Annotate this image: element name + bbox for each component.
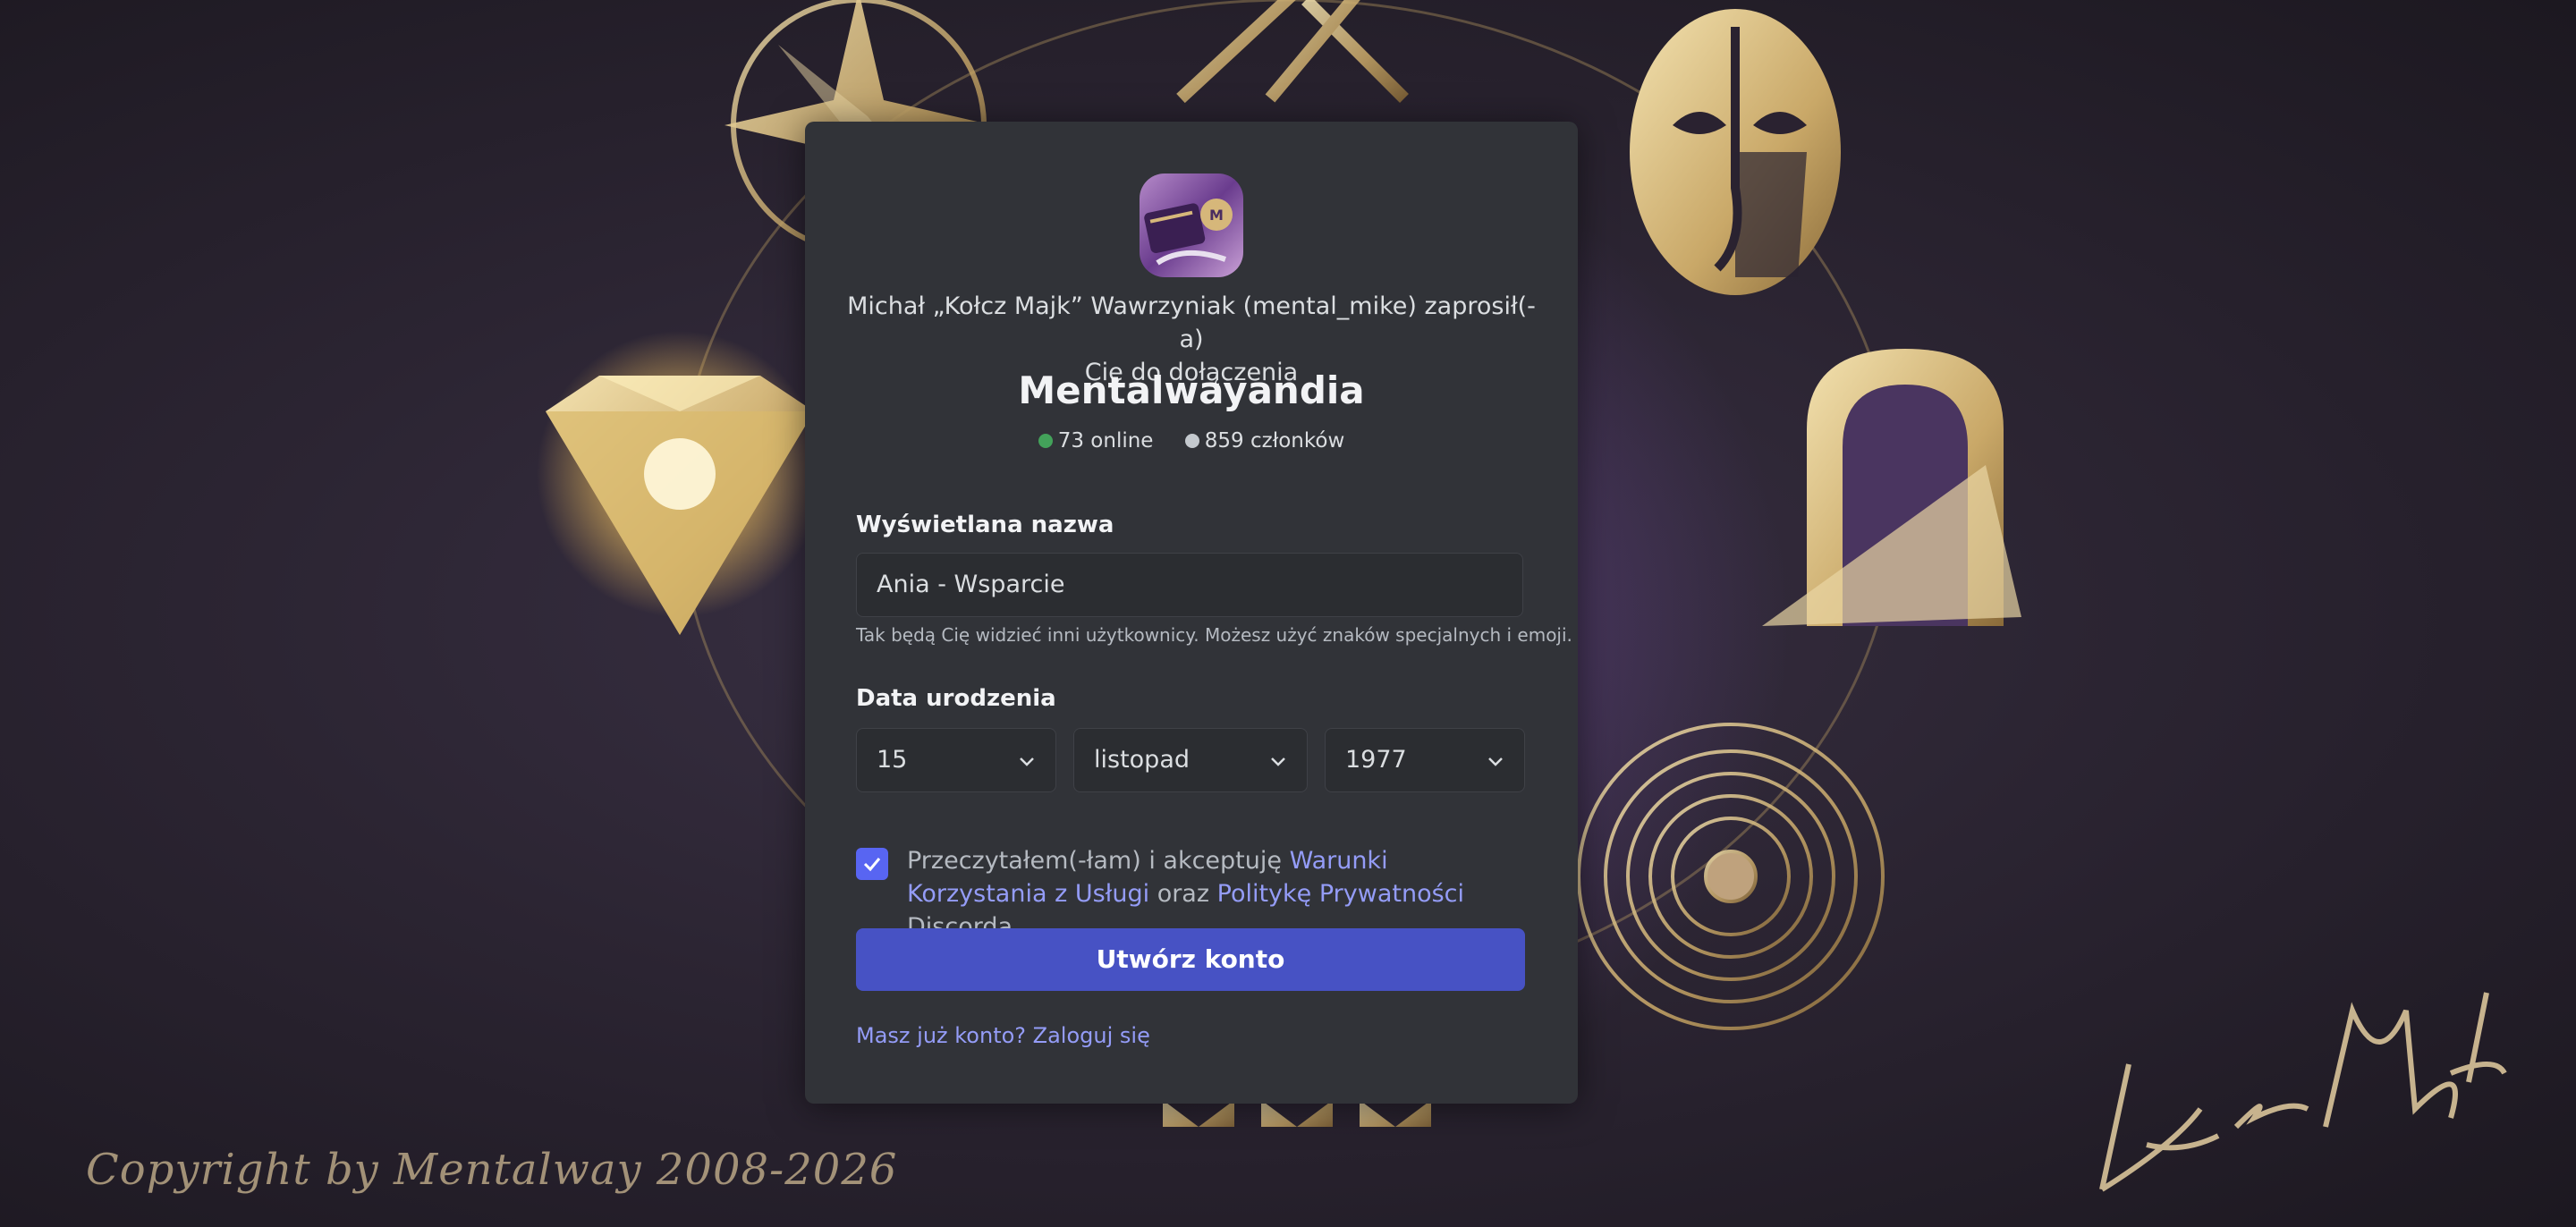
birthdate-label: Data urodzenia <box>856 685 1056 712</box>
server-name: Mentalwayandia <box>1018 368 1365 412</box>
display-name-label: Wyświetlana nazwa <box>856 512 1114 538</box>
day-select[interactable]: 15 <box>856 728 1056 792</box>
chevron-down-icon <box>1271 757 1285 766</box>
invite-card: M Michał „Kołcz Majk” Wawrzyniak (mental… <box>805 122 1578 1104</box>
checkmark-icon <box>863 858 881 872</box>
chevron-down-icon <box>1488 757 1503 766</box>
day-value: 15 <box>877 746 908 774</box>
crossed-swords-ornament <box>1176 0 1409 104</box>
year-value: 1977 <box>1345 746 1407 774</box>
svg-text:M: M <box>1209 207 1224 224</box>
server-icon: M <box>1140 173 1243 277</box>
login-link[interactable]: Masz już konto? Zaloguj się <box>856 1023 1150 1048</box>
inviter-line-1: Michał „Kołcz Majk” Wawrzyniak (mental_m… <box>847 292 1536 353</box>
diamond-ornament <box>537 331 823 635</box>
display-name-input[interactable]: Ania - Wsparcie <box>856 553 1523 617</box>
month-select[interactable]: listopad <box>1073 728 1308 792</box>
privacy-policy-link[interactable]: Politykę Prywatności <box>1217 880 1464 908</box>
mask-ornament <box>1630 9 1841 295</box>
online-dot-icon <box>1038 434 1053 448</box>
display-name-hint: Tak będą Cię widzieć inni użytkownicy. M… <box>856 624 1572 646</box>
create-account-button[interactable]: Utwórz konto <box>856 928 1525 991</box>
chevron-down-icon <box>1020 757 1034 766</box>
terms-mid: oraz <box>1157 880 1210 908</box>
server-stats: 73 online 859 członków <box>805 429 1578 453</box>
arch-door-ornament <box>1762 349 2021 626</box>
year-select[interactable]: 1977 <box>1325 728 1525 792</box>
terms-checkbox[interactable] <box>856 848 888 880</box>
member-count: 859 członków <box>1204 429 1345 453</box>
terms-prefix: Przeczytałem(-łam) i akceptuję <box>907 847 1282 875</box>
signature <box>2099 992 2507 1192</box>
online-count: 73 online <box>1057 429 1154 453</box>
members-dot-icon <box>1184 434 1199 448</box>
month-value: listopad <box>1094 746 1190 774</box>
copyright-text: Copyright by Mentalway 2008-2026 <box>86 1145 898 1195</box>
